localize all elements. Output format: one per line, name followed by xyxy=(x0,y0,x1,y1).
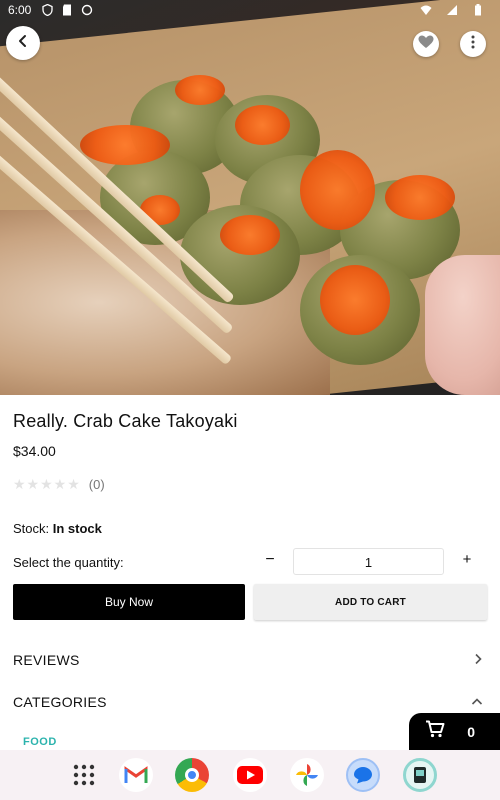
stock-value: In stock xyxy=(52,521,102,536)
sync-icon xyxy=(81,4,93,16)
reader-app-icon[interactable] xyxy=(403,758,437,792)
categories-label: CATEGORIES xyxy=(13,694,107,710)
wifi-icon xyxy=(420,4,432,16)
rating-count: (0) xyxy=(88,477,105,492)
quantity-label: Select the quantity: xyxy=(13,555,124,570)
messages-icon[interactable] xyxy=(346,758,380,792)
app-dock xyxy=(0,750,500,800)
reviews-section-toggle[interactable]: REVIEWS xyxy=(13,648,483,672)
roe-topping xyxy=(175,75,225,105)
cart-count: 0 xyxy=(467,723,475,740)
status-time: 6:00 xyxy=(8,3,32,17)
chevron-left-icon xyxy=(16,34,30,53)
product-image xyxy=(0,0,500,395)
youtube-icon[interactable] xyxy=(233,758,267,792)
quantity-decrease-button[interactable]: − xyxy=(262,551,278,571)
roe-topping xyxy=(320,265,390,335)
stock-label: Stock: xyxy=(13,521,50,536)
photos-icon[interactable] xyxy=(290,758,324,792)
chevron-right-icon xyxy=(473,652,483,668)
more-options-button[interactable] xyxy=(460,31,486,57)
category-tag-food[interactable]: FOOD xyxy=(23,736,57,748)
heart-icon xyxy=(418,35,434,54)
status-bar: 6:00 xyxy=(0,0,500,20)
star-rating-icons: ★★★★★ xyxy=(13,476,81,492)
gmail-icon[interactable] xyxy=(119,758,153,792)
quantity-increase-button[interactable]: + xyxy=(459,551,475,571)
roe-topping xyxy=(300,150,375,230)
more-vertical-icon xyxy=(471,35,475,54)
roe-topping xyxy=(385,175,455,220)
shield-icon xyxy=(41,3,53,17)
app-drawer-icon[interactable] xyxy=(67,758,101,792)
quantity-input[interactable]: 1 xyxy=(293,548,444,575)
hand-finger xyxy=(425,255,500,395)
chevron-up-icon xyxy=(471,694,483,710)
stock-status: Stock: In stock xyxy=(13,521,102,536)
roe-topping xyxy=(235,105,290,145)
signal-icon xyxy=(446,4,458,16)
product-title: Really. Crab Cake Takoyaki xyxy=(13,411,238,431)
categories-section-toggle[interactable]: CATEGORIES xyxy=(13,690,483,714)
buy-now-button[interactable]: Buy Now xyxy=(13,584,245,620)
add-to-cart-button[interactable]: ADD TO CART xyxy=(254,584,487,620)
back-button[interactable] xyxy=(6,26,40,60)
cart-icon xyxy=(425,720,445,743)
roe-topping xyxy=(220,215,280,255)
favorite-button[interactable] xyxy=(413,31,439,57)
reviews-label: REVIEWS xyxy=(13,652,80,668)
product-price: $34.00 xyxy=(13,443,56,459)
sd-card-icon xyxy=(61,4,73,16)
rating[interactable]: ★★★★★ (0) xyxy=(13,476,105,493)
chrome-icon[interactable] xyxy=(175,758,209,792)
battery-icon xyxy=(472,4,484,16)
cart-button[interactable]: 0 xyxy=(409,713,500,750)
roe-topping xyxy=(80,125,170,165)
